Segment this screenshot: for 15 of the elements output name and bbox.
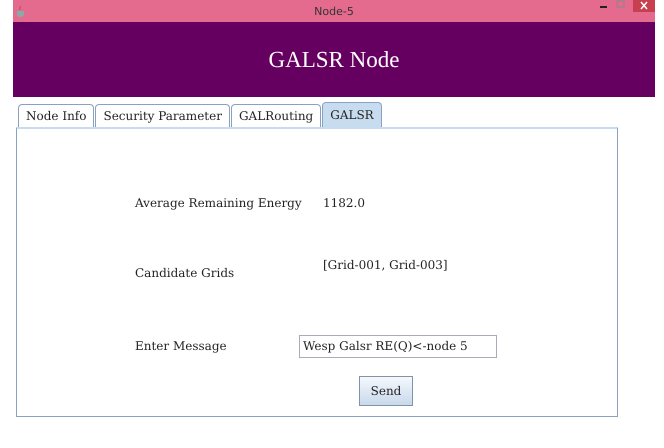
tab[interactable]: GALRouting: [230, 104, 322, 127]
message-input-field[interactable]: Wesp Galsr RE(Q)<-node 5: [299, 334, 497, 358]
java-cup-icon: [16, 6, 26, 16]
tab[interactable]: GALSR: [322, 102, 382, 127]
close-icon[interactable]: [633, 0, 655, 12]
window-title: Node-5: [314, 4, 354, 18]
field-label: Enter Message: [135, 339, 228, 353]
tab[interactable]: Node Info: [18, 104, 94, 127]
field-label: Candidate Grids: [135, 265, 236, 280]
send-button[interactable]: Send: [359, 376, 413, 406]
header-title: GALSR Node: [268, 46, 400, 72]
field-label: Average Remaining Energy: [135, 196, 303, 210]
tab[interactable]: Security Parameter: [95, 104, 230, 127]
field-value: [Grid-001, Grid-003]: [323, 258, 448, 272]
field-value: 1182.0: [323, 196, 365, 210]
